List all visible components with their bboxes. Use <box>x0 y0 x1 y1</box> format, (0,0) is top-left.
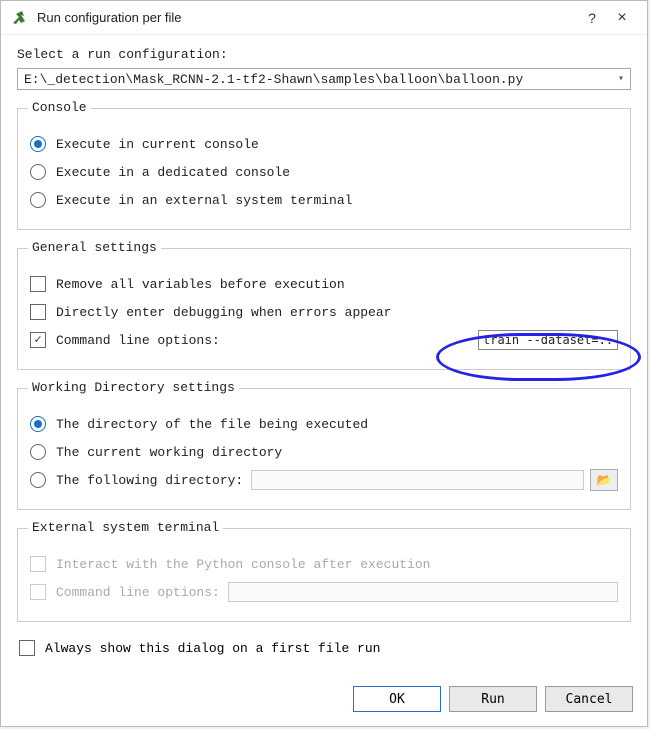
check-row: Interact with the Python console after e… <box>30 553 618 575</box>
check-label: Remove all variables before execution <box>56 277 345 292</box>
radio-row[interactable]: Execute in current console <box>30 133 618 155</box>
ok-button[interactable]: OK <box>353 686 441 712</box>
app-icon <box>11 9 29 27</box>
config-file-combo[interactable]: E:\_detection\Mask_RCNN-2.1-tf2-Shawn\sa… <box>17 68 631 90</box>
radio-label: The following directory: <box>56 473 243 488</box>
external-group: External system terminal Interact with t… <box>17 528 631 622</box>
select-config-label: Select a run configuration: <box>17 47 631 62</box>
radio-label: The current working directory <box>56 445 282 460</box>
folder-icon: 📂 <box>597 473 612 488</box>
check-ext-cli <box>30 584 46 600</box>
cli-options-input[interactable] <box>478 330 618 350</box>
radio-label: Execute in an external system terminal <box>56 193 352 208</box>
radio-following-dir[interactable] <box>30 472 46 488</box>
radio-dedicated-console[interactable] <box>30 164 46 180</box>
check-row[interactable]: Directly enter debugging when errors app… <box>30 301 618 323</box>
radio-row[interactable]: Execute in an external system terminal <box>30 189 618 211</box>
check-row[interactable]: Remove all variables before execution <box>30 273 618 295</box>
following-dir-input[interactable] <box>251 470 584 490</box>
general-group: General settings Remove all variables be… <box>17 248 631 370</box>
radio-label: Execute in current console <box>56 137 259 152</box>
check-row[interactable]: Command line options: <box>30 329 618 351</box>
check-row[interactable]: Always show this dialog on a first file … <box>19 640 631 656</box>
ext-cli-input <box>228 582 618 602</box>
window-title: Run configuration per file <box>37 10 577 25</box>
check-cli-options[interactable] <box>30 332 46 348</box>
radio-current-console[interactable] <box>30 136 46 152</box>
workdir-legend: Working Directory settings <box>28 380 239 395</box>
check-label: Command line options: <box>56 585 220 600</box>
external-legend: External system terminal <box>28 520 223 535</box>
check-debug-on-error[interactable] <box>30 304 46 320</box>
check-row: Command line options: <box>30 581 618 603</box>
radio-row[interactable]: The current working directory <box>30 441 618 463</box>
check-interact-console <box>30 556 46 572</box>
check-remove-vars[interactable] <box>30 276 46 292</box>
radio-label: The directory of the file being executed <box>56 417 368 432</box>
close-button[interactable]: × <box>607 9 637 27</box>
console-group: Console Execute in current console Execu… <box>17 108 631 230</box>
radio-external-terminal[interactable] <box>30 192 46 208</box>
config-file-value: E:\_detection\Mask_RCNN-2.1-tf2-Shawn\sa… <box>24 72 523 87</box>
radio-cwd[interactable] <box>30 444 46 460</box>
titlebar: Run configuration per file ? × <box>1 1 647 35</box>
workdir-group: Working Directory settings The directory… <box>17 388 631 510</box>
cancel-button[interactable]: Cancel <box>545 686 633 712</box>
radio-row[interactable]: The following directory: 📂 <box>30 469 618 491</box>
radio-file-dir[interactable] <box>30 416 46 432</box>
content: Select a run configuration: E:\_detectio… <box>1 35 647 656</box>
console-legend: Console <box>28 100 91 115</box>
radio-row[interactable]: The directory of the file being executed <box>30 413 618 435</box>
check-label: Interact with the Python console after e… <box>56 557 430 572</box>
run-button[interactable]: Run <box>449 686 537 712</box>
dialog: Run configuration per file ? × Select a … <box>0 0 648 727</box>
radio-row[interactable]: Execute in a dedicated console <box>30 161 618 183</box>
browse-folder-button[interactable]: 📂 <box>590 469 618 491</box>
chevron-down-icon: ▾ <box>618 73 624 85</box>
check-label: Command line options: <box>56 333 220 348</box>
help-button[interactable]: ? <box>577 10 607 26</box>
check-label: Directly enter debugging when errors app… <box>56 305 391 320</box>
button-bar: OK Run Cancel <box>353 686 633 712</box>
general-legend: General settings <box>28 240 161 255</box>
check-label: Always show this dialog on a first file … <box>45 641 380 656</box>
check-always-show[interactable] <box>19 640 35 656</box>
radio-label: Execute in a dedicated console <box>56 165 290 180</box>
